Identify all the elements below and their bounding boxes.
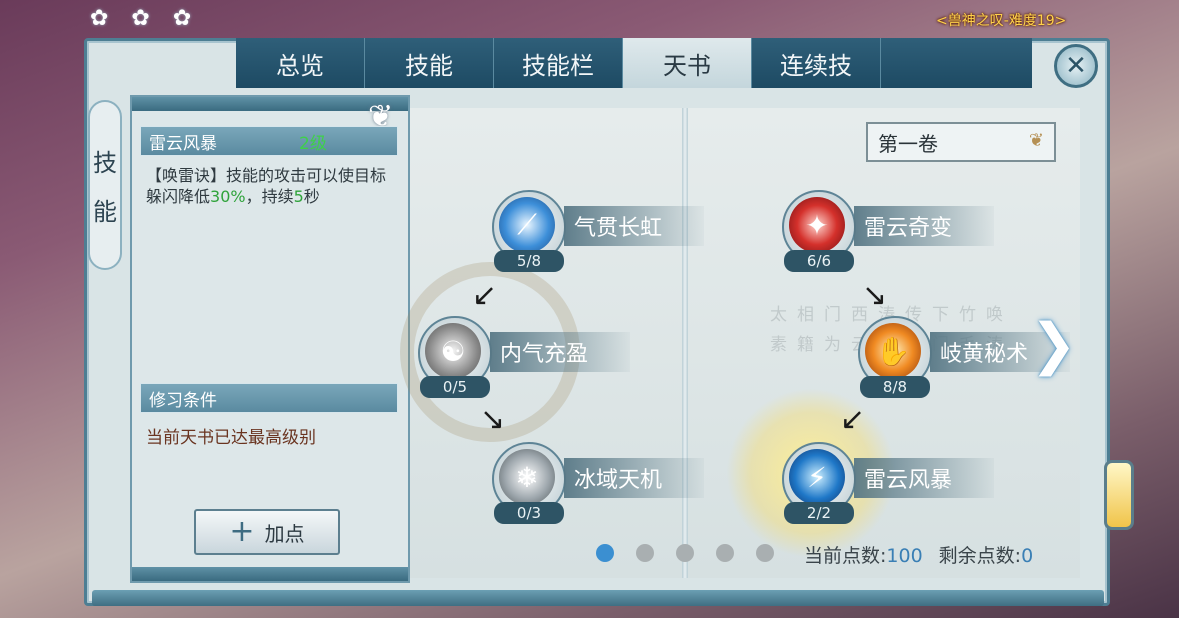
- lightning-storm-icon: ⚡: [789, 449, 845, 505]
- red-claw-icon: ✦: [789, 197, 845, 253]
- node-name: 冰域天机: [564, 458, 704, 498]
- page-dot[interactable]: [636, 544, 654, 562]
- tree-arrow-icon: ↘: [862, 278, 888, 313]
- skill-node-lei-yun-qi-bian[interactable]: ✦ 雷云奇变 6/6: [782, 190, 1002, 274]
- skill-level: 2级: [299, 133, 327, 154]
- current-points-label: 当前点数:: [804, 545, 887, 567]
- node-count: 6/6: [784, 250, 854, 272]
- side-label-skills: 技 能: [88, 100, 122, 270]
- tab-bar: 总览 技能 技能栏 天书 连续技: [236, 38, 1032, 88]
- tab-combo-skills[interactable]: 连续技: [752, 38, 881, 88]
- page-dot[interactable]: [756, 544, 774, 562]
- node-count: 8/8: [860, 376, 930, 398]
- skill-desc-value-seconds: 5: [293, 187, 304, 206]
- boss-name-label: <兽神之叹-难度19>: [936, 13, 1067, 29]
- next-page-arrow-icon[interactable]: ❯: [1030, 312, 1077, 377]
- condition-text: 当前天书已达最高级别: [146, 428, 316, 448]
- tab-overview[interactable]: 总览: [236, 38, 365, 88]
- plus-icon: +: [229, 514, 255, 549]
- skill-description: 【唤雷诀】技能的攻击可以使目标躲闪降低30%，持续5秒: [146, 165, 398, 207]
- page-dot[interactable]: [676, 544, 694, 562]
- node-count: 2/2: [784, 502, 854, 524]
- skill-node-qi-guan-chang-hong[interactable]: ⟋ 气贯长虹 5/8: [492, 190, 712, 274]
- page-indicator: [596, 544, 774, 562]
- page-dot[interactable]: [716, 544, 734, 562]
- skill-name: 雷云风暴: [149, 133, 217, 154]
- node-name: 气贯长虹: [564, 206, 704, 246]
- node-count: 5/8: [494, 250, 564, 272]
- tree-arrow-icon: ↙: [840, 402, 866, 437]
- skill-title-bar: 雷云风暴 2级: [140, 126, 398, 156]
- condition-title: 修习条件: [140, 383, 398, 413]
- side-label-char-1: 技: [93, 149, 117, 177]
- page-dot-active[interactable]: [596, 544, 614, 562]
- tab-heavenly-book[interactable]: 天书: [623, 38, 752, 88]
- node-name: 雷云奇变: [854, 206, 994, 246]
- volume-select[interactable]: 第一卷 ❦: [866, 122, 1056, 162]
- tree-arrow-icon: ↘: [480, 402, 506, 437]
- remaining-points-label: 剩余点数:: [938, 545, 1022, 567]
- window-bottom-border: [92, 590, 1104, 606]
- node-name: 雷云风暴: [854, 458, 994, 498]
- skill-node-bing-yu-tian-ji[interactable]: ❄ 冰域天机 0/3: [492, 442, 712, 526]
- skill-tree-area: 太相门西涛传下竹唤素籍为云英太门毛涛 第一卷 ❦ ⟋ 气贯长虹 5/8 ↙ ☯ …: [400, 108, 1080, 578]
- lantern-decoration-icon: [1104, 460, 1134, 530]
- skill-desc-suffix: 秒: [303, 187, 320, 206]
- skill-detail-panel: ❦ 雷云风暴 2级 【唤雷诀】技能的攻击可以使目标躲闪降低30%，持续5秒 修习…: [130, 95, 410, 583]
- node-count: 0/3: [494, 502, 564, 524]
- panel-bottom-border: [132, 567, 408, 581]
- add-point-label: 加点: [264, 521, 305, 546]
- side-label-char-2: 能: [93, 198, 117, 226]
- points-summary: 当前点数:100 剩余点数:0: [804, 541, 1033, 568]
- remaining-points-value: 0: [1021, 545, 1034, 567]
- ice-wing-icon: ❄: [499, 449, 555, 505]
- close-icon: ✕: [1065, 51, 1087, 81]
- skill-desc-mid: ，持续: [245, 187, 294, 206]
- tree-arrow-icon: ↙: [472, 278, 498, 313]
- plum-blossom-decoration-icon: ✿ ✿ ✿: [90, 6, 200, 31]
- healing-hand-icon: ✋: [865, 323, 921, 379]
- meditation-icon: ☯: [425, 323, 481, 379]
- node-name: 内气充盈: [490, 332, 630, 372]
- skill-node-nei-qi-chong-ying[interactable]: ☯ 内气充盈 0/5: [418, 316, 638, 400]
- sword-qi-icon: ⟋: [499, 197, 555, 253]
- dropdown-lotus-icon: ❦: [1028, 130, 1044, 151]
- add-point-button[interactable]: + 加点: [194, 509, 340, 555]
- close-button[interactable]: ✕: [1054, 44, 1098, 88]
- volume-selected-value: 第一卷: [878, 131, 938, 156]
- skill-desc-value-percent: 30%: [210, 187, 246, 206]
- node-count: 0/5: [420, 376, 490, 398]
- tab-skill-bar[interactable]: 技能栏: [494, 38, 623, 88]
- tab-skills[interactable]: 技能: [365, 38, 494, 88]
- skill-node-lei-yun-feng-bao[interactable]: ⚡ 雷云风暴 2/2: [782, 442, 1002, 526]
- panel-top-border: [132, 97, 408, 111]
- current-points-value: 100: [886, 545, 923, 567]
